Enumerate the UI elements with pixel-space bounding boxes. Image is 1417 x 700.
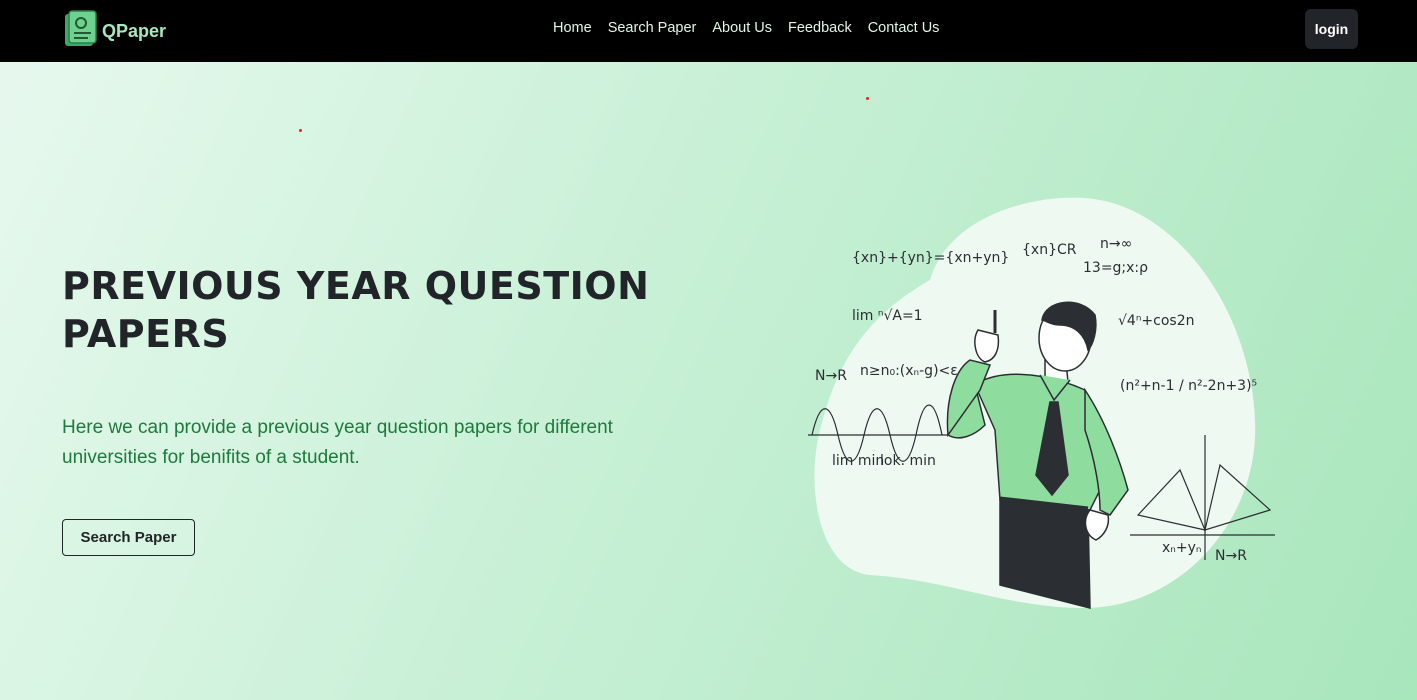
nav-contact-us[interactable]: Contact Us xyxy=(868,20,940,36)
nav-search-paper[interactable]: Search Paper xyxy=(608,20,697,36)
formula-text: {xn}CR xyxy=(1022,242,1077,258)
formula-text: {xn}+{yn}={xn+yn} xyxy=(852,250,1009,266)
nav-home[interactable]: Home xyxy=(553,20,592,36)
formula-text: n→∞ xyxy=(1100,236,1132,252)
formula-text: N→R xyxy=(815,368,847,384)
formula-text: xₙ+yₙ xyxy=(1162,540,1201,556)
formula-text: 13=g;x:ρ xyxy=(1083,260,1148,276)
book-icon xyxy=(64,10,98,52)
formula-text: n≥n₀:(xₙ-g)<ε xyxy=(860,363,958,379)
nav-links: Home Search Paper About Us Feedback Cont… xyxy=(553,20,939,36)
formula-text: lim ⁿ√A=1 xyxy=(852,308,923,324)
login-button[interactable]: login xyxy=(1305,9,1358,49)
navbar: QPaper Home Search Paper About Us Feedba… xyxy=(0,0,1417,62)
formula-text: (n²+n-1 / n²-2n+3)⁵ xyxy=(1120,378,1257,394)
search-paper-button[interactable]: Search Paper xyxy=(62,519,195,556)
formula-text: N→R xyxy=(1215,548,1247,564)
formula-text: √4ⁿ+cos2n xyxy=(1118,313,1194,329)
formula-text: lok. min xyxy=(880,453,936,469)
nav-feedback[interactable]: Feedback xyxy=(788,20,852,36)
decorative-dot xyxy=(299,129,302,132)
teacher-math-illustration: {xn}+{yn}={xn+yn} {xn}CR n→∞ 13=g;x:ρ li… xyxy=(800,190,1280,619)
brand-name: QPaper xyxy=(102,20,167,41)
brand-logo[interactable]: QPaper xyxy=(64,10,166,52)
decorative-dot xyxy=(866,97,869,100)
formula-text: lim min xyxy=(832,453,884,469)
nav-about-us[interactable]: About Us xyxy=(712,20,772,36)
hero-title: PREVIOUS YEAR QUESTION PAPERS xyxy=(62,264,650,356)
hero-description: Here we can provide a previous year ques… xyxy=(62,417,613,468)
